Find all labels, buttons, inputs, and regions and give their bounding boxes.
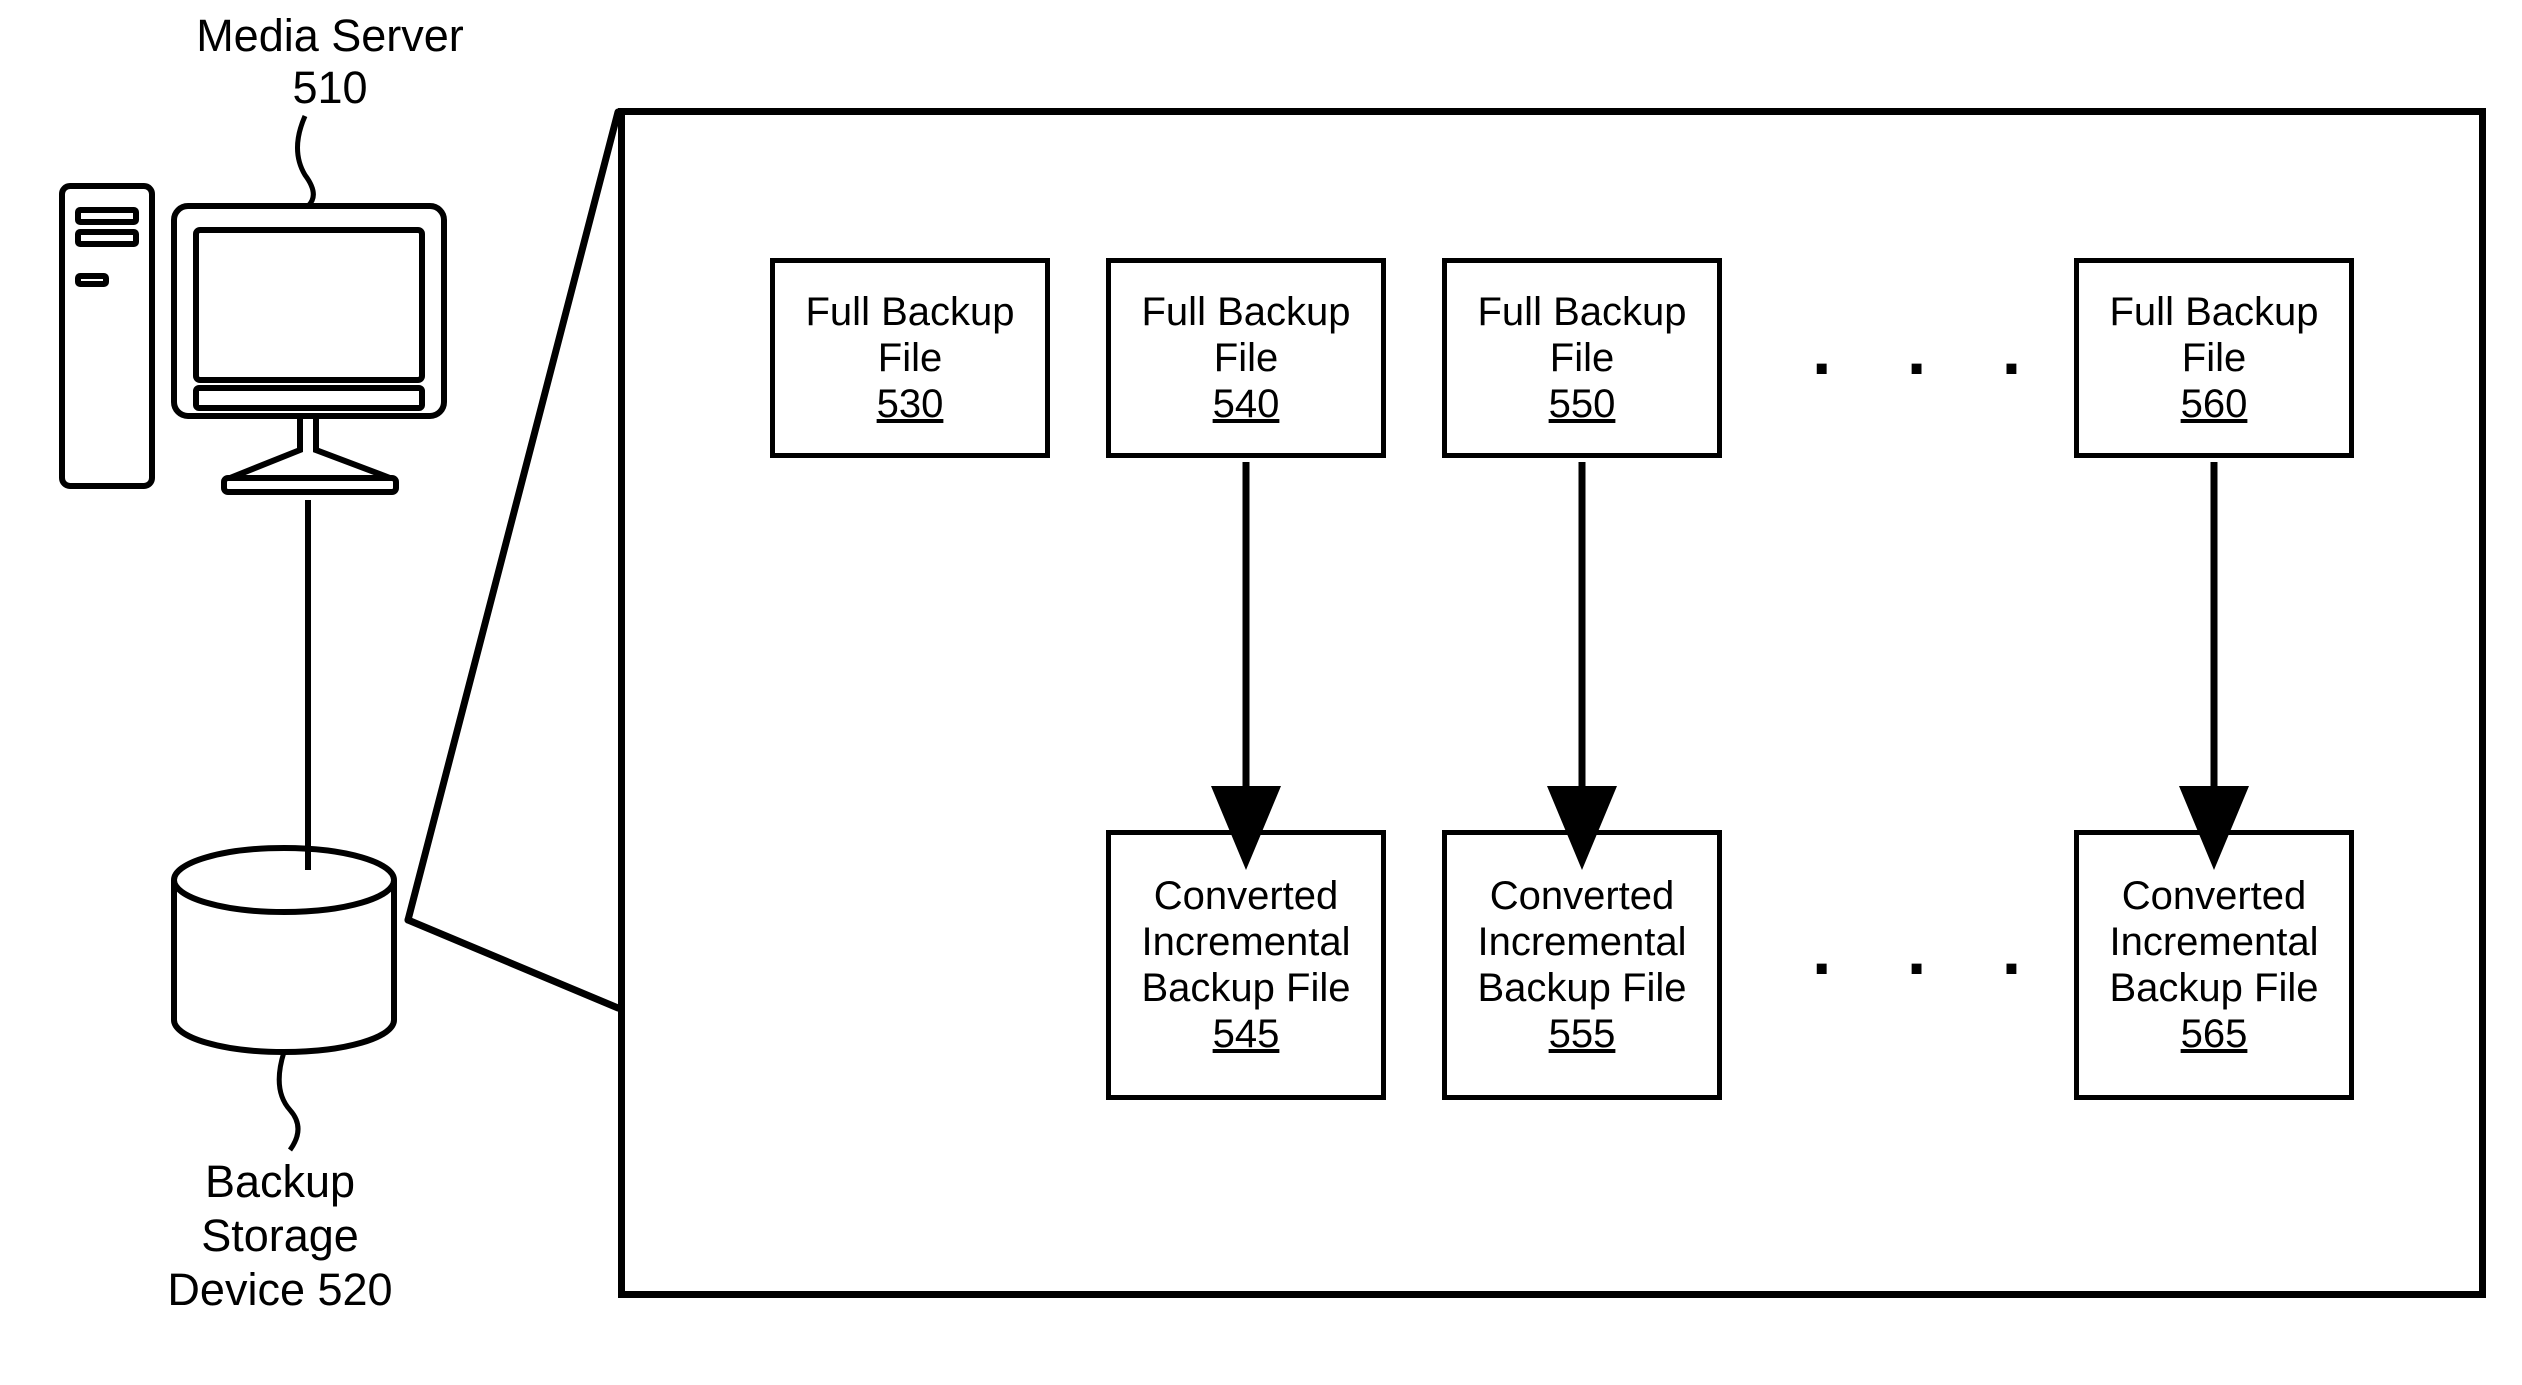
full-backup-box-560: Full BackupFile 560	[2074, 258, 2354, 458]
media-server-label: Media Server510	[150, 10, 510, 114]
callout-bracket	[408, 112, 618, 1008]
computer-tower-icon	[62, 186, 152, 486]
full-backup-box-540: Full BackupFile 540	[1106, 258, 1386, 458]
box-title: Full BackupFile	[1478, 289, 1687, 381]
converted-incremental-box-565: ConvertedIncrementalBackup File 565	[2074, 830, 2354, 1100]
converted-incremental-box-555: ConvertedIncrementalBackup File 555	[1442, 830, 1722, 1100]
media-server-text: Media Server510	[196, 10, 464, 113]
backup-storage-text: BackupStorageDevice 520	[167, 1156, 392, 1315]
backup-storage-label: BackupStorageDevice 520	[150, 1155, 410, 1317]
ellipsis-top: . . .	[1812, 310, 2049, 390]
box-title: ConvertedIncrementalBackup File	[2110, 873, 2319, 1011]
ellipsis-bottom: . . .	[1812, 910, 2049, 990]
label-leader-520	[279, 1052, 298, 1150]
box-title: Full BackupFile	[806, 289, 1015, 381]
box-ref: 560	[2181, 381, 2248, 427]
storage-cylinder-icon	[174, 848, 394, 1052]
box-ref: 530	[877, 381, 944, 427]
full-backup-box-550: Full BackupFile 550	[1442, 258, 1722, 458]
box-ref: 555	[1549, 1011, 1616, 1057]
converted-incremental-box-545: ConvertedIncrementalBackup File 545	[1106, 830, 1386, 1100]
monitor-icon	[174, 206, 444, 492]
full-backup-box-530: Full BackupFile 530	[770, 258, 1050, 458]
box-ref: 540	[1213, 381, 1280, 427]
label-leader-510	[298, 116, 314, 206]
box-ref: 565	[2181, 1011, 2248, 1057]
box-ref: 550	[1549, 381, 1616, 427]
box-title: Full BackupFile	[1142, 289, 1351, 381]
box-title: Full BackupFile	[2110, 289, 2319, 381]
diagram-stage: Media Server510 BackupStorageDevice 520 …	[0, 0, 2522, 1385]
box-title: ConvertedIncrementalBackup File	[1478, 873, 1687, 1011]
box-ref: 545	[1213, 1011, 1280, 1057]
box-title: ConvertedIncrementalBackup File	[1142, 873, 1351, 1011]
